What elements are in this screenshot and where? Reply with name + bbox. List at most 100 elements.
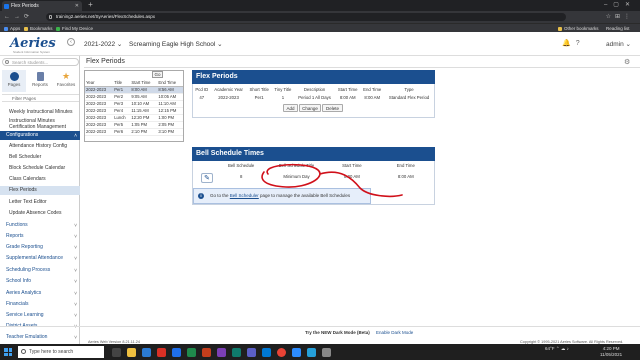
sidebar-item-supplemental[interactable]: Supplemental Attendance ˅ xyxy=(0,254,80,263)
year-selector[interactable]: 2021-2022 ⌄ xyxy=(84,40,122,48)
divider xyxy=(84,67,640,68)
chevron-down-icon: ˅ xyxy=(74,245,77,251)
reports-icon xyxy=(36,72,44,81)
table-row[interactable]: 2022-2023 Per1 8:00 AM 8:56 AM xyxy=(85,86,183,94)
bell-icon[interactable]: 🔔 xyxy=(562,40,576,47)
zoom-icon[interactable] xyxy=(292,348,301,357)
sidebar-item-block-schedule[interactable]: Block Schedule Calendar xyxy=(0,164,80,173)
folder-icon xyxy=(558,26,562,31)
new-tab-button[interactable]: + xyxy=(86,1,95,10)
change-button[interactable]: Change xyxy=(299,104,321,112)
sidebar-item-scheduling[interactable]: Scheduling Process ˅ xyxy=(0,266,80,275)
col-type: Type xyxy=(404,86,414,92)
tab-favorites[interactable]: ★ Favorites xyxy=(54,70,78,92)
browser-tab[interactable]: Flex Periods ✕ xyxy=(2,1,82,11)
table-row[interactable]: 47 2022-2023 Per1 1 Period 1 All Days 8:00 … xyxy=(193,93,434,101)
mail-icon[interactable] xyxy=(142,348,151,357)
red-annotation-circle xyxy=(261,163,403,198)
delete-button[interactable]: Delete xyxy=(322,104,343,112)
extension-icons[interactable]: ☆⊞⋮ xyxy=(606,11,634,23)
logo-subtitle: Student Information System xyxy=(13,50,51,54)
sidebar-item-functions[interactable]: Functions ˅ xyxy=(0,221,80,230)
filter-pages[interactable]: Filter Pages xyxy=(2,94,79,102)
sidebar-item-class-calendars[interactable]: Class Calendars xyxy=(0,175,80,184)
excel-icon[interactable] xyxy=(187,348,196,357)
table-row[interactable]: 2022-2023 Per6 2:10 PM 3:10 PM xyxy=(85,128,183,136)
sidebar-item-school-info[interactable]: School Info ˅ xyxy=(0,277,80,286)
chevron-down-icon: ˅ xyxy=(74,302,77,308)
chevron-down-icon: ˅ xyxy=(74,223,77,229)
sidebar-item-letter-text[interactable]: Letter Text Editor xyxy=(0,198,80,207)
enable-dark-mode-link[interactable]: Enable Dark Mode xyxy=(376,330,413,335)
word-icon[interactable] xyxy=(172,348,181,357)
col-tiny-title: Tiny Title xyxy=(274,86,292,92)
window-controls[interactable]: –▢✕ xyxy=(604,0,636,11)
table-row[interactable]: 2022-2023 Per3 10:10 AM 11:10 AM xyxy=(85,100,183,108)
windows-start-icon[interactable] xyxy=(4,348,12,356)
onenote-icon[interactable] xyxy=(217,348,226,357)
sidebar-item-weekly-minutes[interactable]: Weekly Instructional Minutes xyxy=(0,109,80,117)
powerpoint-icon[interactable] xyxy=(202,348,211,357)
table-row[interactable]: 2022-2023 Per4 11:15 AM 12:15 PM xyxy=(85,107,183,115)
tab-reports[interactable]: Reports xyxy=(28,70,52,92)
table-row[interactable]: 2022-2023 Lunch 12:20 PM 1:00 PM xyxy=(85,114,183,122)
teams-icon[interactable] xyxy=(247,348,256,357)
pages-icon xyxy=(9,72,19,81)
col-description: Description xyxy=(303,86,326,92)
tab-pages[interactable]: Pages xyxy=(2,70,26,92)
chevron-down-icon: ˅ xyxy=(74,335,77,341)
sidebar-item-teacher-emulation[interactable]: Teacher Emulation ˅ xyxy=(0,333,80,342)
sidebar-item-attendance-history[interactable]: Attendance History Config xyxy=(0,142,80,151)
close-tab-icon[interactable]: ✕ xyxy=(75,1,79,11)
chevron-down-icon: ˅ xyxy=(74,268,77,274)
header-icons[interactable]: 🔔? xyxy=(562,39,585,47)
search-icon xyxy=(21,349,26,354)
aeries-favicon-icon xyxy=(4,4,9,9)
chevron-down-icon: ˅ xyxy=(74,313,77,319)
chevron-down-icon: ⌄ xyxy=(625,41,631,48)
sidebar-item-grade-reporting[interactable]: Grade Reporting ˅ xyxy=(0,243,80,252)
sidebar-item-financials[interactable]: Financials ˅ xyxy=(0,300,80,309)
add-button[interactable]: Add xyxy=(283,104,298,112)
aeries-logo[interactable]: Aeries xyxy=(10,36,56,51)
search-input[interactable]: Search students... xyxy=(2,58,79,66)
system-tray[interactable]: 64°F ⌃ ☁ ♪ xyxy=(545,346,569,352)
help-icon[interactable]: ? xyxy=(576,40,585,47)
bookmarks-bar: Apps Bookmarks Find My Device Other book… xyxy=(0,23,640,32)
edge-icon[interactable] xyxy=(262,348,271,357)
url-field[interactable]: training2.aeries.net/SyAeries/FlexSchedu… xyxy=(46,13,566,21)
collapse-sidebar-button[interactable]: ‹ xyxy=(67,38,75,46)
table-row[interactable]: 2022-2023 Per2 9:05 AM 10:05 AM xyxy=(85,93,183,101)
taskbar-search[interactable]: Type here to search xyxy=(18,346,104,358)
app-icon[interactable] xyxy=(307,348,316,357)
settings-app-icon[interactable] xyxy=(322,348,331,357)
publisher-icon[interactable] xyxy=(232,348,241,357)
go-button[interactable]: Go xyxy=(152,71,163,78)
sidebar-item-bell-scheduler[interactable]: Bell Scheduler xyxy=(0,153,80,162)
chevron-down-icon: ˅ xyxy=(74,279,77,285)
gear-icon[interactable]: ⚙ xyxy=(624,58,630,66)
flex-periods-heading: Flex Periods xyxy=(192,70,435,84)
star-icon: ★ xyxy=(61,71,71,81)
col-academic-year: Academic Year xyxy=(214,86,243,92)
folder-icon xyxy=(24,26,28,31)
sidebar-item-reports[interactable]: Reports ˅ xyxy=(0,232,80,241)
chrome-icon[interactable] xyxy=(277,348,286,357)
sidebar-item-analytics[interactable]: Aeries Analytics ˅ xyxy=(0,289,80,298)
task-view-icon[interactable] xyxy=(112,348,121,357)
table-row[interactable]: 2022-2023 Per5 1:05 PM 2:05 PM xyxy=(85,121,183,129)
sidebar-item-absence-codes[interactable]: Update Absence Codes xyxy=(0,209,80,218)
user-menu[interactable]: admin ⌄ xyxy=(606,40,631,48)
sidebar-item-service-learning[interactable]: Service Learning ˅ xyxy=(0,311,80,320)
chevron-down-icon: ˅ xyxy=(74,234,77,240)
sidebar-item-configurations[interactable]: Configurations ˄ xyxy=(0,131,80,140)
office-icon[interactable] xyxy=(157,348,166,357)
nav-buttons[interactable]: ←→⟳ xyxy=(4,11,33,23)
school-selector[interactable]: Screaming Eagle High School ⌄ xyxy=(129,40,223,48)
sidebar-item-minutes-cert[interactable]: Instructional Minutes Certification Mana… xyxy=(0,118,80,130)
clock[interactable]: 4:20 PM 11/05/2021 xyxy=(600,346,622,357)
period-table: Year Title Start Time End Time 2022-2023… xyxy=(85,80,183,136)
sidebar-item-flex-periods[interactable]: Flex Periods xyxy=(0,186,80,195)
file-explorer-icon[interactable] xyxy=(127,348,136,357)
page-title: Flex Periods xyxy=(86,58,125,65)
